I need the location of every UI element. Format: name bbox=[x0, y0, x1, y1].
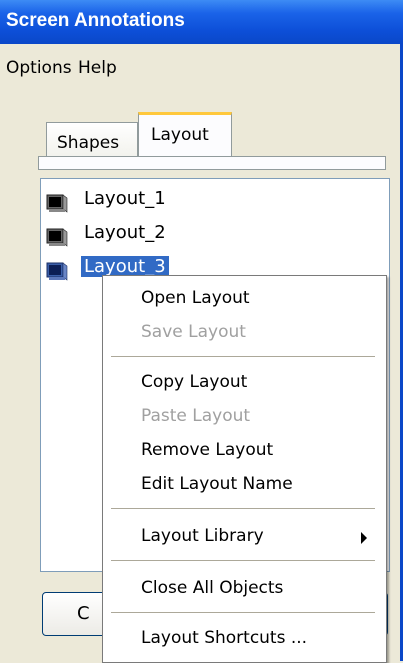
menu-edit-layout-name[interactable]: Edit Layout Name bbox=[141, 474, 293, 494]
menu-save-layout: Save Layout bbox=[141, 322, 246, 342]
tree-item-label: Layout_1 bbox=[84, 188, 166, 209]
context-menu: Open Layout Save Layout Copy Layout Past… bbox=[102, 275, 387, 663]
layout-monitor-icon bbox=[46, 194, 68, 213]
menu-bar: Options Help bbox=[0, 46, 400, 94]
window-title: Screen Annotations bbox=[6, 10, 185, 31]
menu-copy-layout[interactable]: Copy Layout bbox=[141, 372, 247, 392]
menu-separator bbox=[111, 612, 375, 613]
tab-layout-label: Layout bbox=[151, 125, 209, 145]
menu-separator bbox=[111, 560, 375, 561]
layout-monitor-icon bbox=[46, 262, 68, 281]
menu-help[interactable]: Help bbox=[78, 58, 117, 78]
tab-shapes-label: Shapes bbox=[57, 133, 120, 153]
menu-paste-layout: Paste Layout bbox=[141, 406, 251, 426]
menu-layout-shortcuts[interactable]: Layout Shortcuts ... bbox=[141, 628, 307, 648]
title-bar[interactable]: Screen Annotations bbox=[0, 0, 403, 44]
menu-separator bbox=[111, 508, 375, 509]
menu-open-layout[interactable]: Open Layout bbox=[141, 288, 250, 308]
menu-remove-layout[interactable]: Remove Layout bbox=[141, 440, 273, 460]
menu-separator bbox=[111, 356, 375, 357]
menu-options[interactable]: Options bbox=[6, 58, 72, 78]
layout-monitor-icon bbox=[46, 228, 68, 247]
menu-close-all-objects[interactable]: Close All Objects bbox=[141, 578, 283, 598]
tree-item-label-selected: Layout_3 bbox=[81, 256, 169, 277]
tree-item-label: Layout_2 bbox=[84, 222, 166, 243]
submenu-arrow-icon bbox=[361, 532, 367, 544]
tab-layout[interactable]: Layout bbox=[138, 112, 232, 160]
tab-panel-strip bbox=[38, 156, 386, 170]
bottom-left-button-label: C bbox=[77, 603, 90, 624]
annotation-window: Screen Annotations Options Help Shapes L… bbox=[0, 0, 403, 663]
menu-layout-library[interactable]: Layout Library bbox=[141, 526, 264, 546]
